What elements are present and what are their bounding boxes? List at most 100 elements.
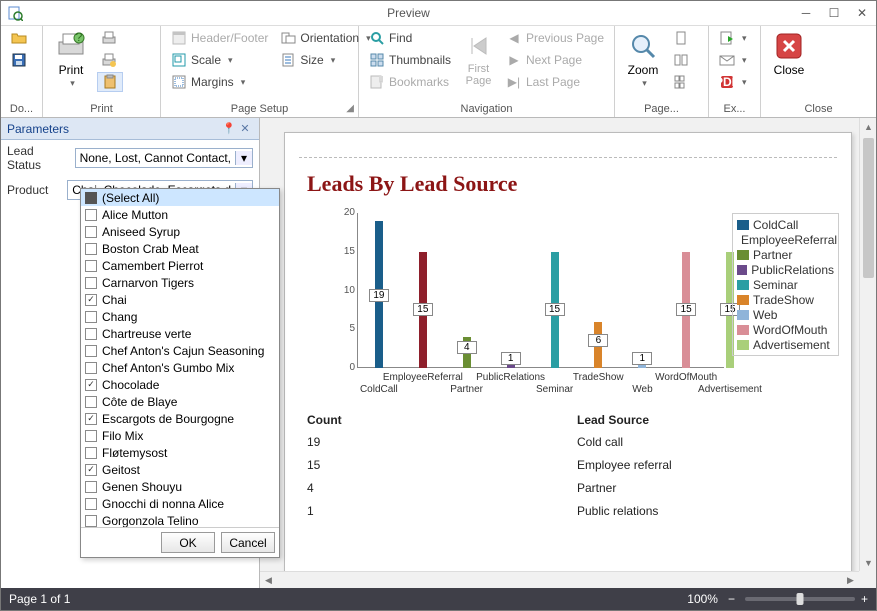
next-page-button[interactable]: ▶Next Page (502, 50, 608, 70)
chart-bar: 15 (551, 252, 559, 368)
zoom-mode3-button[interactable] (669, 72, 693, 92)
checkbox[interactable]: ✓ (85, 379, 97, 391)
dropdown-item[interactable]: Chef Anton's Gumbo Mix (81, 359, 279, 376)
cancel-button[interactable]: Cancel (221, 532, 275, 553)
dropdown-item[interactable]: ✓Chocolade (81, 376, 279, 393)
checkbox[interactable] (85, 362, 97, 374)
dropdown-item[interactable]: Gorgonzola Telino (81, 512, 279, 527)
prev-page-button[interactable]: ◀Previous Page (502, 28, 608, 48)
panel-close-icon[interactable]: ✕ (237, 122, 253, 135)
scroll-thumb[interactable] (863, 138, 874, 278)
maximize-button[interactable]: ☐ (820, 1, 848, 25)
print-button[interactable]: ? Print (49, 28, 93, 94)
checkbox[interactable] (85, 192, 97, 204)
dropdown-item[interactable]: ✓ Chai (81, 291, 279, 308)
zoom-mode2-button[interactable] (669, 50, 693, 70)
titlebar: Preview ─ ☐ ✕ (1, 1, 876, 26)
checkbox[interactable]: ✓ (85, 464, 97, 476)
scroll-up-icon[interactable]: ▲ (860, 118, 876, 135)
ok-button[interactable]: OK (161, 532, 215, 553)
dropdown-item[interactable]: (Select All) (81, 189, 279, 206)
chevron-down-icon[interactable]: ▾ (235, 151, 252, 165)
report-title: Leads By Lead Source (307, 171, 517, 197)
minimize-button[interactable]: ─ (792, 1, 820, 25)
checkbox[interactable] (85, 515, 97, 527)
print-options-button[interactable] (97, 50, 123, 70)
dropdown-item[interactable]: ✓Escargots de Bourgogne (81, 410, 279, 427)
zoom-mode1-button[interactable] (669, 28, 693, 48)
data-label: 6 (588, 334, 608, 347)
margins-button[interactable]: Margins (167, 72, 272, 92)
checkbox[interactable] (85, 498, 97, 510)
scale-button[interactable]: Scale (167, 50, 272, 70)
checkbox[interactable] (85, 430, 97, 442)
quick-print-button[interactable] (97, 28, 123, 48)
dropdown-item[interactable]: Gnocchi di nonna Alice (81, 495, 279, 512)
dropdown-item[interactable]: Camembert Pierrot (81, 257, 279, 274)
pdf-icon: PDF (719, 74, 735, 90)
dropdown-item[interactable]: Chef Anton's Cajun Seasoning (81, 342, 279, 359)
last-page-button[interactable]: ▶|Last Page (502, 72, 608, 92)
checkbox[interactable] (85, 277, 97, 289)
checkbox[interactable] (85, 328, 97, 340)
lead-status-combo[interactable]: None, Lost, Cannot Contact, ▾ (75, 148, 253, 168)
dropdown-item[interactable]: Chang (81, 308, 279, 325)
zoom-out-button[interactable]: − (728, 592, 735, 606)
legend-label: Web (753, 308, 777, 322)
zoom-button[interactable]: Zoom (621, 28, 665, 94)
legend-item: WordOfMouth (737, 322, 834, 337)
x-category-label: WordOfMouth (655, 372, 717, 383)
dropdown-item[interactable]: Aniseed Syrup (81, 223, 279, 240)
checkbox[interactable]: ✓ (85, 413, 97, 425)
dropdown-item-label: Chef Anton's Gumbo Mix (102, 361, 234, 375)
horizontal-scrollbar[interactable]: ◀ ▶ (260, 571, 859, 588)
dropdown-list[interactable]: (Select All)Alice MuttonAniseed Syrup Bos… (81, 189, 279, 527)
clipboard-button[interactable] (97, 72, 123, 92)
thumbnails-button[interactable]: Thumbnails (365, 50, 455, 70)
dropdown-item[interactable]: ✓Geitost (81, 461, 279, 478)
dropdown-item[interactable]: Carnarvon Tigers (81, 274, 279, 291)
dropdown-item-label: Chai (102, 293, 127, 307)
margins-label: Margins (191, 75, 234, 89)
pin-icon[interactable]: 📍 (221, 122, 237, 135)
dropdown-item[interactable]: Chartreuse verte (81, 325, 279, 342)
page-setup-launcher[interactable]: ◢ (346, 103, 354, 114)
checkbox[interactable] (85, 209, 97, 221)
dropdown-item[interactable]: Côte de Blaye (81, 393, 279, 410)
save-button[interactable] (7, 50, 31, 70)
first-page-button[interactable]: First Page (459, 28, 498, 94)
dropdown-item[interactable]: Fløtemysost (81, 444, 279, 461)
scroll-right-icon[interactable]: ▶ (842, 572, 859, 588)
dropdown-item-label: Boston Crab Meat (102, 242, 199, 256)
pdf-button[interactable]: PDF (715, 72, 751, 92)
checkbox[interactable] (85, 345, 97, 357)
dropdown-item[interactable]: Filo Mix (81, 427, 279, 444)
dropdown-item-label: Chang (102, 310, 137, 324)
find-button[interactable]: Find (365, 28, 455, 48)
open-button[interactable] (7, 28, 31, 48)
bookmarks-button[interactable]: Bookmarks (365, 72, 455, 92)
checkbox[interactable] (85, 447, 97, 459)
checkbox[interactable] (85, 396, 97, 408)
checkbox[interactable] (85, 243, 97, 255)
dropdown-item[interactable]: Alice Mutton (81, 206, 279, 223)
close-window-button[interactable]: ✕ (848, 1, 876, 25)
close-button[interactable]: Close (767, 28, 811, 94)
header-footer-button[interactable]: Header/Footer (167, 28, 272, 48)
vertical-scrollbar[interactable]: ▲ ▼ (859, 118, 876, 571)
zoom-slider[interactable] (745, 597, 855, 601)
zoom-slider-thumb[interactable] (796, 593, 803, 605)
checkbox[interactable] (85, 260, 97, 272)
email-button[interactable] (715, 50, 751, 70)
dropdown-item[interactable]: Boston Crab Meat (81, 240, 279, 257)
zoom-in-button[interactable]: + (861, 592, 868, 606)
x-category-label: PublicRelations (476, 372, 545, 383)
checkbox[interactable] (85, 481, 97, 493)
checkbox[interactable]: ✓ (85, 294, 97, 306)
dropdown-item[interactable]: Genen Shouyu (81, 478, 279, 495)
export-button[interactable] (715, 28, 751, 48)
checkbox[interactable] (85, 311, 97, 323)
scroll-left-icon[interactable]: ◀ (260, 572, 277, 588)
checkbox[interactable] (85, 226, 97, 238)
scroll-down-icon[interactable]: ▼ (860, 554, 876, 571)
